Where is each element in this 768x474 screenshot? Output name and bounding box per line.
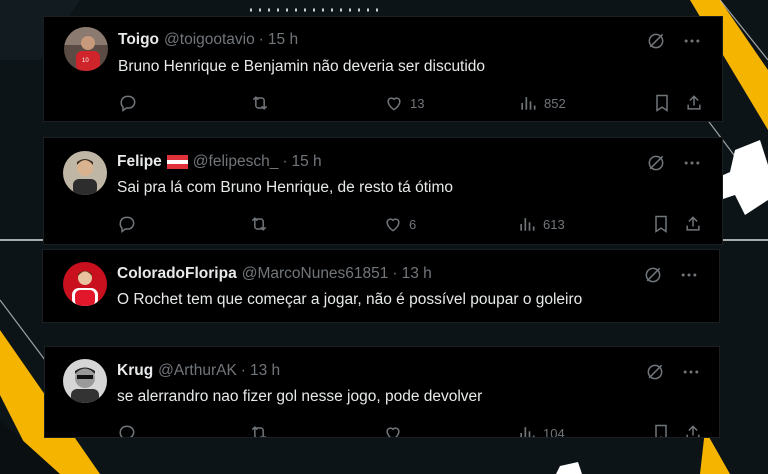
retweet-icon: [250, 93, 270, 113]
share-button[interactable]: [683, 214, 703, 234]
heart-icon: [383, 214, 403, 234]
reply-button[interactable]: [118, 93, 144, 113]
views-icon: [517, 423, 537, 437]
separator-dot: ·: [258, 31, 264, 48]
timestamp[interactable]: 15 h: [268, 31, 298, 49]
avatar[interactable]: [63, 151, 107, 195]
tweet-card[interactable]: Krug @ArthurAK · 13 h se alerrandro nao …: [44, 346, 720, 438]
tweet-card[interactable]: 10 Toigo @toigootavio · 15 h Bruno Henri…: [43, 16, 723, 122]
tweet-text: O Rochet tem que começar a jogar, não é …: [117, 291, 583, 308]
views-button[interactable]: 104: [517, 423, 565, 438]
timestamp[interactable]: 13 h: [402, 265, 432, 283]
flag-icon: [166, 155, 188, 169]
more-icon[interactable]: [681, 362, 701, 382]
views-button[interactable]: 852: [518, 93, 566, 113]
more-icon[interactable]: [682, 153, 702, 173]
avatar[interactable]: [63, 262, 107, 306]
grok-icon[interactable]: [645, 362, 665, 382]
view-count: 104: [543, 425, 565, 438]
heart-icon: [384, 93, 404, 113]
retweet-icon: [249, 423, 269, 437]
grok-icon[interactable]: [646, 31, 666, 51]
like-button[interactable]: 13: [384, 93, 424, 113]
user-handle[interactable]: @MarcoNunes61851: [242, 265, 389, 283]
grok-icon[interactable]: [646, 153, 666, 173]
user-handle[interactable]: @felipesch_: [193, 153, 279, 171]
like-button[interactable]: 6: [383, 214, 416, 234]
bookmark-button[interactable]: [652, 93, 672, 113]
like-button[interactable]: [383, 423, 409, 437]
more-icon[interactable]: [682, 31, 702, 51]
avatar[interactable]: 10: [64, 27, 108, 71]
display-name[interactable]: Toigo: [118, 31, 159, 49]
svg-text:10: 10: [82, 58, 89, 64]
reply-icon: [117, 423, 137, 437]
like-count: 6: [409, 216, 417, 232]
reply-icon: [117, 214, 137, 234]
bookmark-button[interactable]: [651, 214, 671, 234]
user-handle[interactable]: @ArthurAK: [158, 362, 237, 380]
views-button[interactable]: 613: [517, 214, 565, 234]
display-name[interactable]: Krug: [117, 362, 153, 380]
views-icon: [517, 214, 537, 234]
bookmark-icon: [652, 93, 672, 113]
display-name[interactable]: Felipe: [117, 153, 162, 171]
like-count: 13: [410, 95, 425, 111]
tweet-text: se alerrandro nao fizer gol nesse jogo, …: [117, 388, 483, 405]
share-button[interactable]: [684, 93, 704, 113]
views-icon: [518, 93, 538, 113]
retweet-button[interactable]: [249, 423, 275, 437]
bookmark-icon: [651, 423, 671, 437]
share-icon: [684, 93, 704, 113]
timestamp[interactable]: 13 h: [250, 362, 280, 380]
bookmark-icon: [651, 214, 671, 234]
reply-icon: [118, 93, 138, 113]
heart-icon: [383, 423, 403, 437]
retweet-button[interactable]: [249, 214, 275, 234]
tweet-card[interactable]: ColoradoFloripa @MarcoNunes61851 · 13 h …: [42, 249, 720, 323]
share-button[interactable]: [683, 423, 703, 437]
separator-dot: ·: [392, 265, 398, 282]
tweet-text: Bruno Henrique e Benjamin não deveria se…: [118, 58, 486, 75]
retweet-button[interactable]: [250, 93, 276, 113]
bookmark-button[interactable]: [651, 423, 671, 437]
separator-dot: ·: [240, 362, 246, 379]
share-icon: [683, 214, 703, 234]
view-count: 852: [544, 95, 566, 111]
retweet-icon: [249, 214, 269, 234]
view-count: 613: [543, 216, 565, 232]
avatar[interactable]: [63, 359, 107, 403]
timestamp[interactable]: 15 h: [292, 153, 322, 171]
share-icon: [683, 423, 703, 437]
tweet-card[interactable]: Felipe @felipesch_ · 15 h Sai pra lá com…: [43, 137, 723, 245]
reply-button[interactable]: [117, 423, 143, 437]
tweet-text: Sai pra lá com Bruno Henrique, de resto …: [117, 179, 454, 196]
display-name[interactable]: ColoradoFloripa: [117, 265, 237, 283]
user-handle[interactable]: @toigootavio: [164, 31, 255, 49]
more-icon[interactable]: [679, 265, 699, 285]
grok-icon[interactable]: [643, 265, 663, 285]
separator-dot: ·: [282, 153, 288, 170]
reply-button[interactable]: [117, 214, 143, 234]
